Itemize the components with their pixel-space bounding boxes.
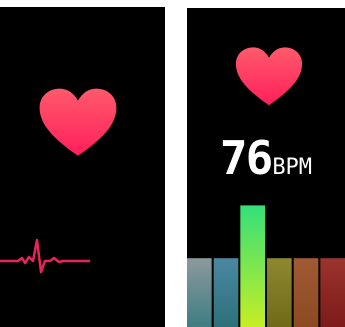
zone-bar xyxy=(187,258,212,327)
ecg-screen xyxy=(0,7,165,327)
zone-bar xyxy=(213,258,239,327)
zone-bar-active xyxy=(240,205,265,327)
zone-bar xyxy=(267,258,292,327)
heart-rate-screen: 76BPM xyxy=(187,8,345,327)
heart-icon xyxy=(39,88,117,156)
heart-rate-zone-bars xyxy=(187,205,345,327)
zone-bar xyxy=(320,258,345,327)
zone-bar xyxy=(293,258,319,327)
ecg-waveform-icon xyxy=(0,238,90,274)
